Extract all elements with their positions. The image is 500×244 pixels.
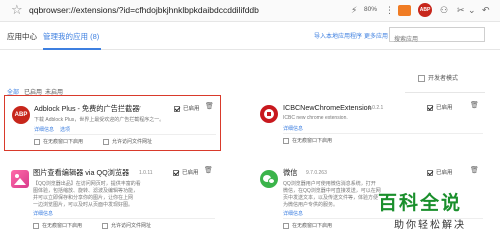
file-access-label: 允许访问文件网址 <box>111 223 152 229</box>
trash-icon[interactable]: 🗑 <box>470 102 479 110</box>
game-extension-icon[interactable] <box>398 5 411 16</box>
watermark-sub: 助你轻松解决 <box>394 220 466 231</box>
incognito-checkbox[interactable] <box>33 222 39 229</box>
incognito-option[interactable]: 在无痕窗口下启用 <box>283 137 332 144</box>
extension-card-icbc: ICBCNewChromeExtension 1.0.2.1 已启用 🗑 ICB… <box>252 95 492 151</box>
extension-description-line: QQ浏览器用户可使用微信消息系统，打开 <box>283 181 376 187</box>
extension-name: 微信 <box>283 168 298 177</box>
extension-description-line: 并可以立即保存和分享你的图片，让你在上网 <box>33 195 134 201</box>
tab-manage-apps[interactable]: 管理我的应用 (8) <box>43 31 99 42</box>
incognito-checkbox[interactable] <box>283 137 289 144</box>
extension-description: ICBC new chrome extension. <box>283 115 348 121</box>
file-access-checkbox[interactable] <box>102 222 108 229</box>
extension-description-line: 一边浏览图片，可以及时从页面中发现好图。 <box>33 202 134 208</box>
divider <box>33 218 215 219</box>
incognito-label: 在无痕窗口下启用 <box>292 223 333 229</box>
details-link[interactable]: 详细信息 <box>34 126 54 133</box>
adblock-logo: ABP <box>12 106 30 124</box>
extensions-header: 应用中心 管理我的应用 (8) 导入本地应用程序 更多应用 <box>0 22 500 50</box>
address-bar: ☆ qqbrowser://extensions/?id=cfhdojbkjhn… <box>0 0 500 22</box>
incognito-checkbox[interactable] <box>34 138 40 145</box>
details-link[interactable]: 详细信息 <box>283 125 303 132</box>
watermark-main: 百科全说 <box>378 192 463 214</box>
extension-version: 3.7 <box>134 106 141 112</box>
trash-icon[interactable]: 🗑 <box>470 167 479 175</box>
enable-label: 已启用 <box>436 170 453 176</box>
enable-toggle[interactable]: 已启用 <box>427 168 453 176</box>
import-local-app-link[interactable]: 导入本地应用程序 <box>314 31 362 40</box>
developer-mode-toggle[interactable]: 开发者模式 <box>418 73 458 82</box>
enable-checkbox[interactable] <box>427 104 433 111</box>
enable-label: 已启用 <box>182 170 199 176</box>
extension-card-image-viewer: 图片查看编辑器 via QQ浏览器 1.0.11 已启用 🗑 【QQ浏览器出品】… <box>4 160 221 232</box>
details-link[interactable]: 详细信息 <box>33 210 53 217</box>
enable-label: 已启用 <box>183 106 200 112</box>
enable-toggle[interactable]: 已启用 <box>174 104 200 112</box>
file-access-option[interactable]: 允许访问文件网址 <box>103 138 152 145</box>
divider <box>405 92 485 93</box>
file-access-label: 允许访问文件网址 <box>112 139 153 145</box>
extension-version: 9.7.0.263 <box>306 170 327 176</box>
lightning-icon[interactable]: ⚡ <box>351 4 357 16</box>
divider <box>283 133 483 134</box>
developer-mode-label: 开发者模式 <box>428 76 459 82</box>
zoom-level[interactable]: 80% <box>364 6 377 13</box>
enable-checkbox[interactable] <box>173 169 179 176</box>
details-link[interactable]: 详细信息 <box>283 210 303 217</box>
extension-card-adblock: ABP Adblock Plus - 免费的广告拦截器 3.7 已启用 🗑 下载… <box>4 95 221 151</box>
extension-description-line: 图体验，包括缩放、旋转、滤波及编辑等功能， <box>33 188 139 194</box>
file-access-checkbox[interactable] <box>103 138 109 145</box>
extension-version: 1.0.11 <box>139 170 153 176</box>
enable-label: 已启用 <box>436 105 453 111</box>
enable-toggle[interactable]: 已启用 <box>173 168 199 176</box>
tab-app-center[interactable]: 应用中心 <box>7 31 37 42</box>
incognito-option[interactable]: 在无痕窗口下启用 <box>33 222 82 229</box>
extension-description-line: 【QQ浏览器出品】在访问网页时，提供丰富的看 <box>33 181 141 187</box>
bookmark-star-icon[interactable]: ☆ <box>11 3 23 17</box>
active-tab-underline <box>43 48 101 50</box>
incognito-checkbox[interactable] <box>283 222 289 229</box>
url-field[interactable]: qqbrowser://extensions/?id=cfhdojbkjhnkl… <box>29 5 259 15</box>
extension-name: Adblock Plus - 免费的广告拦截器 <box>34 104 140 113</box>
developer-mode-checkbox[interactable] <box>418 74 425 82</box>
profile-icon[interactable]: ⚇ <box>440 4 448 16</box>
icbc-logo <box>260 105 278 123</box>
extension-name: 图片查看编辑器 via QQ浏览器 <box>33 168 130 177</box>
divider <box>34 134 216 135</box>
incognito-option[interactable]: 在无痕窗口下启用 <box>34 138 83 145</box>
abp-toolbar-icon[interactable]: ABP <box>418 3 432 17</box>
more-apps-link[interactable]: 更多应用 <box>364 31 388 40</box>
enable-checkbox[interactable] <box>427 169 433 176</box>
options-link[interactable]: 选项 <box>60 126 70 133</box>
incognito-label: 在无痕窗口下启用 <box>292 138 333 144</box>
trash-icon[interactable]: 🗑 <box>205 103 214 111</box>
extension-version: 1.0.2.1 <box>368 105 384 111</box>
image-viewer-logo <box>11 170 29 188</box>
extension-name: ICBCNewChromeExtension <box>283 103 372 112</box>
incognito-label: 在无痕窗口下启用 <box>43 139 84 145</box>
enable-toggle[interactable]: 已启用 <box>427 103 453 111</box>
extension-description-line: 页中发送文本，以及传送文件等，体验方便 <box>283 195 379 201</box>
undo-icon[interactable]: ↶ <box>482 4 490 16</box>
search-input[interactable] <box>390 33 484 47</box>
tab-manage-label: 管理我的应用 <box>43 32 88 41</box>
tab-manage-count: (8) <box>90 32 100 41</box>
menu-dots-icon[interactable]: ⋮ <box>385 4 394 16</box>
trash-icon[interactable]: 🗑 <box>204 167 213 175</box>
incognito-option[interactable]: 在无痕窗口下启用 <box>283 222 332 229</box>
file-access-option[interactable]: 允许访问文件网址 <box>102 222 151 229</box>
watermark: 百科全说 助你轻松解决 <box>366 188 497 240</box>
scissors-icon[interactable]: ✂ <box>457 4 465 16</box>
chevron-down-icon[interactable]: ⌄ <box>468 4 476 16</box>
incognito-label: 在无痕窗口下启用 <box>42 223 83 229</box>
extension-description-line: 为微信用户专供的服务。 <box>283 202 339 208</box>
enable-checkbox[interactable] <box>174 105 180 112</box>
extension-description: 下载 Adblock Plus，世界上最受欢迎的广告拦截程序之一。 <box>34 117 165 123</box>
wechat-logo <box>260 170 278 188</box>
search-box <box>389 27 485 47</box>
